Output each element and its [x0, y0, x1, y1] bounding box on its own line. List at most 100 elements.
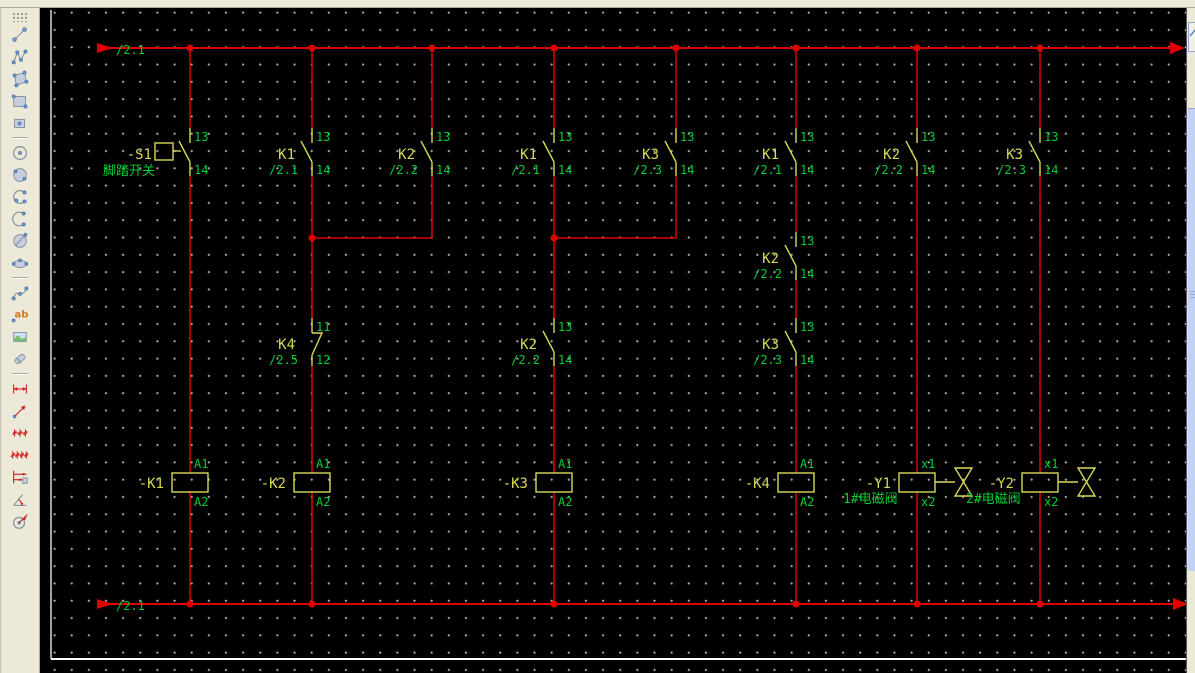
component-tag: K2 — [762, 251, 779, 267]
component-tag: -Y1 — [866, 476, 891, 492]
pin-number: 14 — [800, 267, 814, 281]
component-tag: K3 — [642, 147, 659, 163]
pin-number: 14 — [1044, 163, 1058, 177]
contact-k1[interactable]: K1/2.1 13 14 — [269, 128, 330, 177]
contact-k2[interactable]: K2/2.2 13 14 — [389, 128, 450, 177]
schematic-canvas[interactable]: /2.1/2.1-S1脚踏开关1314K1/2.11314K2/2.21314K… — [40, 8, 1186, 673]
right-dock-strip — [1186, 8, 1195, 673]
junction-dot — [551, 235, 558, 242]
clipped-tool-icon — [1189, 26, 1195, 38]
component-tag: -S1 — [127, 147, 152, 163]
contact-k3[interactable]: K3/2.3 13 14 — [997, 128, 1058, 177]
pin-number: x2 — [921, 495, 935, 509]
pin-number: 13 — [436, 130, 450, 144]
pin-number: 13 — [558, 320, 572, 334]
pin-number: 11 — [316, 320, 330, 334]
coil-y1[interactable]: -Y11#电磁阀 x1 x2 — [843, 457, 972, 509]
component-tag: K1 — [278, 147, 295, 163]
pin-number: 12 — [316, 353, 330, 367]
pin-number: 14 — [558, 163, 572, 177]
pin-number: A1 — [558, 457, 572, 471]
cross-reference: /2.3 — [633, 163, 662, 177]
pin-number: 13 — [921, 130, 935, 144]
pin-number: 13 — [558, 130, 572, 144]
component-tag: K2 — [520, 337, 537, 353]
pin-number: A1 — [194, 457, 208, 471]
coil-box — [899, 473, 935, 492]
cross-reference: /2.5 — [269, 353, 298, 367]
pin-number: x1 — [1044, 457, 1058, 471]
pin-number: 14 — [194, 163, 208, 177]
coil-box — [536, 473, 572, 492]
cross-reference: /2.2 — [874, 163, 903, 177]
pin-number: 13 — [800, 234, 814, 248]
right-scrollbar[interactable] — [1188, 108, 1195, 571]
pin-number: 14 — [800, 163, 814, 177]
component-tag: K2 — [883, 147, 900, 163]
coil-y2[interactable]: -Y22#电磁阀x1x2 — [966, 457, 1095, 509]
valve-symbol — [1078, 468, 1095, 496]
contact-k3[interactable]: K3/2.31314 — [753, 318, 814, 367]
cross-reference: /2.3 — [997, 163, 1026, 177]
contact-s1[interactable]: -S1脚踏开关1314 — [103, 128, 208, 179]
scrollbar-grip[interactable] — [1190, 291, 1195, 292]
pin-number: 14 — [680, 163, 694, 177]
pin-number: A2 — [316, 495, 330, 509]
component-tag: K3 — [1006, 147, 1023, 163]
pin-number: 13 — [194, 130, 208, 144]
schematic-drawing: /2.1/2.1-S1脚踏开关1314K1/2.11314K2/2.21314K… — [0, 0, 1195, 673]
junction-dot — [309, 235, 316, 242]
bus-reference-label: /2.1 — [116, 43, 145, 57]
pin-number: A2 — [800, 495, 814, 509]
pin-number: x1 — [921, 457, 935, 471]
coil-box — [1022, 473, 1058, 492]
cross-reference: /2.2 — [511, 353, 540, 367]
contact-k2[interactable]: K2/2.2 13 14 — [874, 128, 935, 177]
component-description: 2#电磁阀 — [966, 492, 1021, 507]
coil-box — [172, 473, 208, 492]
pin-number: 14 — [558, 353, 572, 367]
pin-number: 13 — [316, 130, 330, 144]
coil-box — [294, 473, 330, 492]
wires[interactable]: /2.1/2.1 — [97, 42, 1188, 613]
contact-k1[interactable]: K1/2.1 13 14 — [511, 128, 572, 177]
component-tag: K2 — [398, 147, 415, 163]
switch-actuator-box — [155, 143, 173, 160]
pin-number: 14 — [921, 163, 935, 177]
component-description: 1#电磁阀 — [843, 492, 898, 507]
contact-k4[interactable]: K4/2.5 11 12 — [269, 318, 330, 367]
pin-number: 14 — [436, 163, 450, 177]
component-tag: -K3 — [503, 476, 528, 492]
coil-k3[interactable]: -K3 A1 A2 — [503, 457, 573, 509]
pin-number: A2 — [558, 495, 572, 509]
cross-reference: /2.2 — [389, 163, 418, 177]
cross-reference: /2.2 — [753, 267, 782, 281]
clipped-toolbar-button[interactable] — [1188, 22, 1195, 52]
component-tag: K4 — [278, 337, 295, 353]
cross-reference: /2.1 — [753, 163, 782, 177]
pin-number: A1 — [316, 457, 330, 471]
component-tag: K3 — [762, 337, 779, 353]
bus-arrow-left — [97, 599, 113, 609]
component-tag: -K2 — [261, 476, 286, 492]
pin-number: 13 — [800, 320, 814, 334]
pin-number: A2 — [194, 495, 208, 509]
bus-arrow-right — [1170, 42, 1185, 54]
contact-k3[interactable]: K3/2.31314 — [633, 128, 694, 177]
component-tag: -K1 — [139, 476, 164, 492]
pin-number: 13 — [1044, 130, 1058, 144]
pin-number: 14 — [800, 353, 814, 367]
contact-k1[interactable]: K1/2.11314 — [753, 128, 814, 177]
coil-k2[interactable]: -K2 A1 A2 — [261, 457, 331, 509]
pin-number: 14 — [316, 163, 330, 177]
contact-k2[interactable]: K2/2.2 13 14 — [753, 232, 814, 281]
component-tag: K1 — [762, 147, 779, 163]
coil-box — [778, 473, 814, 492]
cross-reference: /2.1 — [511, 163, 540, 177]
contact-k2[interactable]: K2/2.2 13 14 — [511, 318, 572, 367]
component-tag: K1 — [520, 147, 537, 163]
cross-reference: /2.1 — [269, 163, 298, 177]
pin-number: x2 — [1044, 495, 1058, 509]
coil-k1[interactable]: -K1 A1 A2 — [139, 457, 209, 509]
coil-k4[interactable]: -K4A1A2 — [745, 457, 815, 509]
